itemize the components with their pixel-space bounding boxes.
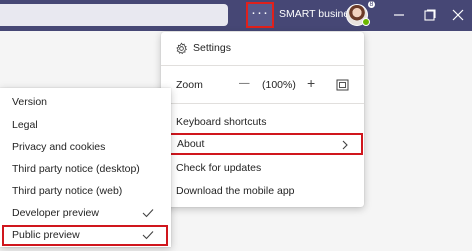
- divider: [161, 103, 364, 104]
- checkmark-icon: [142, 209, 154, 218]
- legal-menu-item[interactable]: Legal: [12, 119, 38, 131]
- third-party-notice-desktop-menu-item[interactable]: Third party notice (desktop): [12, 163, 140, 175]
- zoom-label: Zoom: [176, 79, 203, 91]
- zoom-value: (100%): [262, 79, 296, 91]
- close-button[interactable]: [450, 7, 466, 23]
- title-bar: ··· SMART business 8: [0, 0, 472, 31]
- public-preview-label: Public preview: [12, 229, 80, 241]
- keyboard-shortcuts-menu-item[interactable]: Keyboard shortcuts: [161, 114, 364, 132]
- presence-status-icon: [362, 18, 370, 26]
- privacy-cookies-menu-item[interactable]: Privacy and cookies: [12, 141, 105, 153]
- version-menu-item[interactable]: Version: [12, 96, 47, 108]
- gear-icon: [176, 42, 187, 55]
- public-preview-menu-item[interactable]: Public preview: [2, 225, 168, 246]
- about-menu-item[interactable]: About: [163, 133, 363, 155]
- search-input[interactable]: [0, 4, 228, 26]
- more-options-button[interactable]: ···: [246, 2, 274, 28]
- zoom-out-button[interactable]: —: [239, 77, 250, 89]
- minimize-button[interactable]: [391, 7, 407, 23]
- about-submenu: Version Legal Privacy and cookies Third …: [0, 88, 171, 247]
- divider: [161, 65, 364, 66]
- maximize-icon: [424, 9, 436, 21]
- checkmark-icon: [142, 231, 154, 240]
- check-for-updates-label: Check for updates: [176, 162, 262, 174]
- keyboard-shortcuts-label: Keyboard shortcuts: [176, 116, 267, 128]
- close-icon: [452, 9, 464, 21]
- settings-menu: Settings Zoom — (100%) + Keyboard shortc…: [161, 32, 364, 207]
- download-mobile-app-menu-item[interactable]: Download the mobile app: [161, 183, 364, 201]
- maximize-button[interactable]: [421, 7, 437, 23]
- developer-preview-menu-item[interactable]: Developer preview: [12, 207, 99, 219]
- settings-label: Settings: [193, 42, 231, 54]
- minimize-icon: [394, 14, 404, 16]
- settings-menu-item[interactable]: Settings: [161, 40, 364, 58]
- download-mobile-app-label: Download the mobile app: [176, 185, 295, 197]
- check-for-updates-menu-item[interactable]: Check for updates: [161, 160, 364, 178]
- about-label: About: [177, 138, 205, 150]
- notification-badge: 8: [367, 0, 376, 9]
- third-party-notice-web-menu-item[interactable]: Third party notice (web): [12, 185, 122, 197]
- chevron-right-icon: [342, 140, 348, 150]
- zoom-fit-icon[interactable]: [336, 79, 349, 91]
- more-icon: ···: [251, 3, 269, 21]
- zoom-in-button[interactable]: +: [307, 75, 315, 91]
